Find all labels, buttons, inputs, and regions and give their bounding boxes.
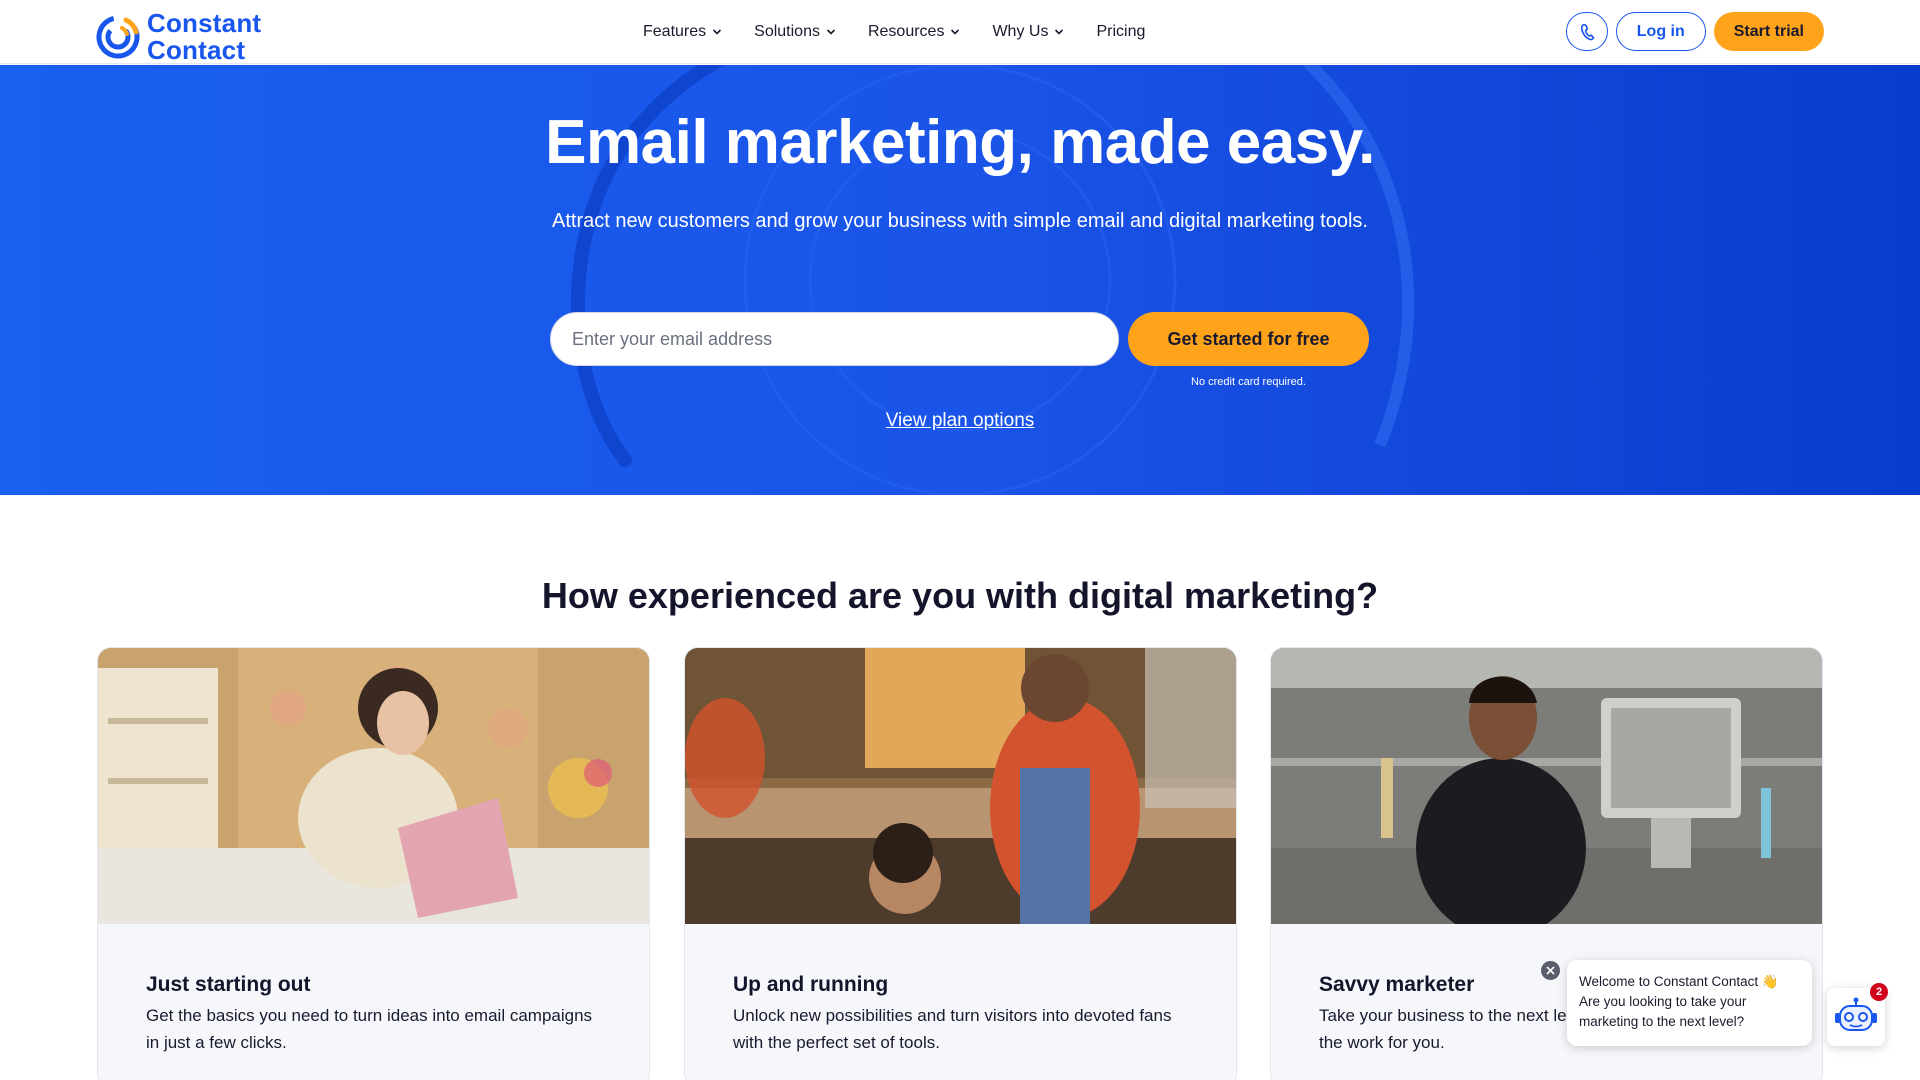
nav-item-label: Pricing bbox=[1096, 23, 1146, 40]
card-photo-woman-laptop bbox=[98, 648, 649, 924]
card-title: Savvy marketer bbox=[1319, 973, 1475, 996]
close-icon bbox=[1546, 966, 1555, 975]
chevron-down-icon bbox=[1055, 29, 1064, 35]
nav-item-why-us[interactable]: Why Us bbox=[992, 20, 1064, 44]
nav-item-label: Features bbox=[643, 23, 707, 40]
card-up-and-running[interactable]: Up and running Unlock new possibilities … bbox=[684, 647, 1237, 1080]
card-photo-barber bbox=[685, 648, 1236, 924]
chat-close-button[interactable] bbox=[1541, 961, 1560, 980]
logo-line-2: Contact bbox=[147, 35, 246, 65]
robot-icon bbox=[1835, 997, 1877, 1031]
nav-item-resources[interactable]: Resources bbox=[868, 20, 960, 44]
logo-line-1: Constant bbox=[147, 8, 262, 38]
no-credit-card-note: No credit card required. bbox=[1191, 376, 1306, 388]
phone-button[interactable] bbox=[1565, 12, 1608, 51]
nav-item-label: Why Us bbox=[992, 23, 1049, 40]
chat-message-line-2: Are you looking to take your marketing t… bbox=[1579, 994, 1747, 1029]
hero-title: Email marketing, made easy. bbox=[545, 108, 1375, 177]
card-title: Up and running bbox=[733, 973, 889, 996]
chat-unread-badge: 2 bbox=[1870, 983, 1888, 1001]
hero-section: Email marketing, made easy. Attract new … bbox=[0, 65, 1920, 495]
hero-subtitle: Attract new customers and grow your busi… bbox=[552, 210, 1368, 232]
nav-item-pricing[interactable]: Pricing bbox=[1096, 20, 1145, 44]
phone-icon bbox=[1580, 23, 1595, 40]
get-started-button[interactable]: Get started for free bbox=[1128, 312, 1369, 366]
email-input[interactable] bbox=[550, 312, 1119, 366]
start-trial-button[interactable]: Start trial bbox=[1713, 12, 1824, 51]
chevron-down-icon bbox=[713, 29, 722, 35]
nav-item-label: Resources bbox=[867, 23, 945, 40]
view-plan-options-link[interactable]: View plan options bbox=[886, 410, 1035, 431]
plan-link-row: View plan options bbox=[0, 410, 1920, 432]
chat-welcome-bubble[interactable]: Welcome to Constant Contact 👋 Are you lo… bbox=[1567, 960, 1812, 1046]
nav-item-label: Solutions bbox=[754, 23, 820, 40]
card-title: Just starting out bbox=[146, 973, 311, 996]
constant-contact-logo[interactable]: Constant Contact bbox=[95, 10, 261, 64]
main-nav: Features Solutions Resources Why Us Pric… bbox=[643, 20, 1177, 44]
chevron-down-icon bbox=[951, 29, 960, 35]
card-description: Get the basics you need to turn ideas in… bbox=[146, 1006, 593, 1052]
card-photo-woman-computer bbox=[1271, 648, 1822, 924]
card-description: Unlock new possibilities and turn visito… bbox=[733, 1006, 1172, 1052]
login-button[interactable]: Log in bbox=[1615, 12, 1706, 51]
logo-text: Constant Contact bbox=[147, 10, 261, 64]
header-actions: Log in Start trial bbox=[1565, 12, 1824, 51]
chat-message-line-1: Welcome to Constant Contact 👋 bbox=[1579, 974, 1779, 989]
site-header: Constant Contact Features Solutions Reso… bbox=[0, 0, 1920, 64]
nav-item-features[interactable]: Features bbox=[643, 20, 722, 44]
chevron-down-icon bbox=[826, 29, 836, 35]
card-just-starting-out[interactable]: Just starting out Get the basics you nee… bbox=[97, 647, 650, 1080]
nav-item-solutions[interactable]: Solutions bbox=[754, 20, 836, 44]
experience-section-title: How experienced are you with digital mar… bbox=[541, 575, 1379, 616]
logo-mark-icon bbox=[96, 15, 140, 59]
